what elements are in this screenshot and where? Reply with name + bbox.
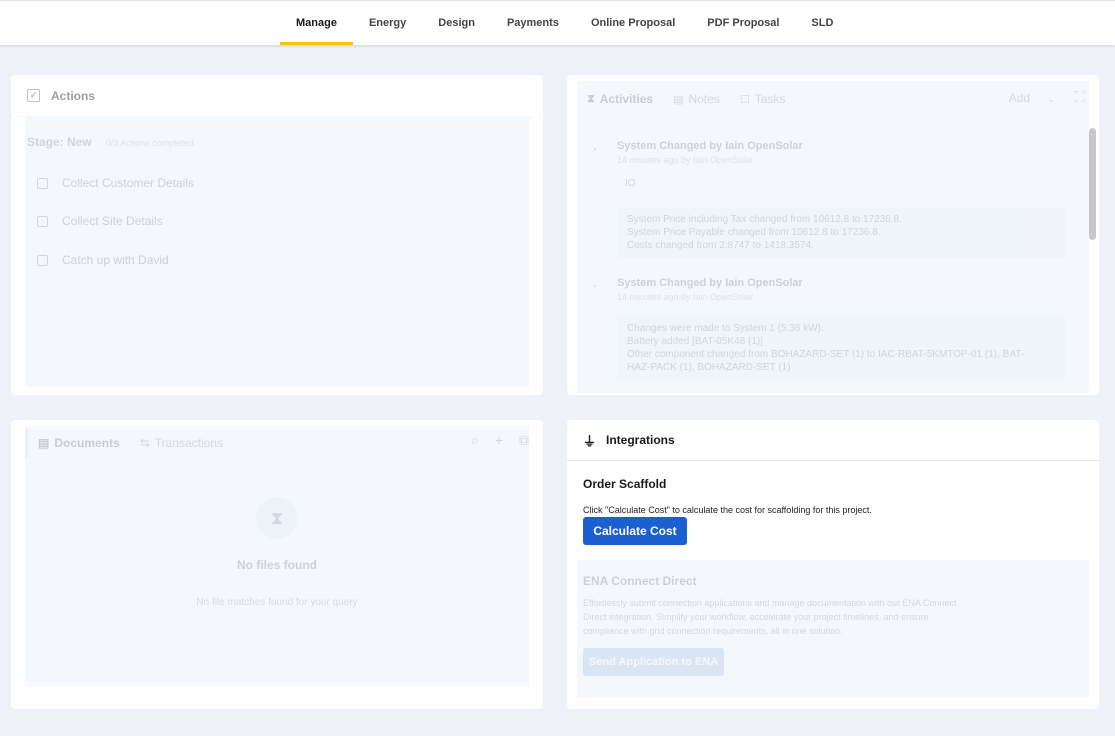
main-tabs: Manage Energy Design Payments Online Pro… <box>280 1 849 45</box>
empty-state-subtitle: No file matches found for your query <box>196 597 358 608</box>
add-icon[interactable]: + <box>495 432 503 449</box>
activity-time: 14 minutes ago by Iain OpenSolar <box>617 292 754 302</box>
action-item[interactable]: Collect Site Details <box>37 214 163 228</box>
tab-activities[interactable]: ⧗ Activities <box>577 82 663 116</box>
loading-overlay <box>25 117 529 387</box>
tab-energy[interactable]: Energy <box>353 1 422 45</box>
top-navigation: Manage Energy Design Payments Online Pro… <box>0 0 1115 45</box>
activity-line: System Price including Tax changed from … <box>627 214 902 225</box>
ena-title: ENA Connect Direct <box>583 574 697 588</box>
activity-feed[interactable]: ◔ System Changed by Iain OpenSolar 14 mi… <box>567 123 1099 395</box>
activity-time: 14 minutes ago by Iain OpenSolar <box>617 155 754 165</box>
action-checkbox[interactable] <box>37 177 48 189</box>
plug-icon: ⏚ <box>583 433 597 449</box>
actions-title: Actions <box>51 88 96 103</box>
activity-line: Costs changed from 2.8747 to 1418.3574. <box>627 240 814 251</box>
open-external-icon[interactable]: ⧉ <box>519 432 529 449</box>
search-icon[interactable]: ⌕ <box>471 432 479 449</box>
tab-notes[interactable]: ▤ Notes <box>663 82 730 116</box>
ena-description: Effortlessly submit connection applicati… <box>583 598 957 636</box>
actions-progress: 0/3 Actions completed <box>105 138 194 148</box>
send-application-button[interactable]: Send Application to ENA <box>583 648 725 676</box>
document-icon: ▤ <box>38 436 50 450</box>
tab-tasks-label: Tasks <box>754 92 786 106</box>
activity-details: Changes were made to System 1 (5.36 kW):… <box>617 316 1065 380</box>
activity-title: System Changed by Iain OpenSolar <box>617 140 803 152</box>
integrations-header: ⏚ Integrations <box>567 420 1099 461</box>
activity-tabs: ⧗ Activities ▤ Notes ☐ Tasks <box>577 82 795 116</box>
activity-line: Changes were made to System 1 (5.36 kW): <box>627 323 824 334</box>
tab-documents-label: Documents <box>54 436 120 450</box>
integrations-card: ⏚ Integrations Order Scaffold Click "Cal… <box>567 420 1099 709</box>
actions-card: ✓ Actions Stage: New 0/3 Actions complet… <box>11 75 543 395</box>
add-label: Add <box>1008 91 1031 105</box>
tab-pdf-proposal[interactable]: PDF Proposal <box>691 1 795 45</box>
activity-note: IO <box>625 178 636 189</box>
transfer-icon: ⇆ <box>139 436 150 450</box>
tab-design[interactable]: Design <box>422 1 491 45</box>
activity-line: HAZ-PACK (1), BOHAZARD-SET (1) <box>627 362 791 373</box>
activity-line: System Price Payable changed from 10612.… <box>627 227 881 238</box>
hourglass-icon: ⧗ <box>587 92 595 105</box>
checklist-icon: ✓ <box>27 89 40 102</box>
actions-content: ✓ Actions Stage: New 0/3 Actions complet… <box>11 75 543 267</box>
tab-documents[interactable]: ▤ Documents <box>28 436 130 450</box>
action-label: Collect Customer Details <box>62 176 195 190</box>
empty-state-title: No files found <box>237 558 317 572</box>
action-item[interactable]: Catch up with David <box>37 253 169 267</box>
tab-payments[interactable]: Payments <box>491 1 575 45</box>
activities-card: ⧗ Activities ▤ Notes ☐ Tasks Add ⌄ ⛶ ◔ S… <box>567 75 1099 395</box>
document-toolbar: ⌕ + ⧉ <box>471 432 529 449</box>
hourglass-icon: ⧗ <box>256 497 298 539</box>
scaffold-title: Order Scaffold <box>583 477 667 491</box>
tab-online-proposal[interactable]: Online Proposal <box>575 1 691 45</box>
document-tabs: ▤ Documents ⇆ Transactions <box>25 428 233 458</box>
action-checkbox[interactable] <box>37 254 48 266</box>
stage-row: Stage: New 0/3 Actions completed <box>27 135 194 149</box>
activity-line: Battery added [BAT-05K48 (1)] <box>627 336 764 347</box>
expand-icon[interactable]: ⛶ <box>1074 89 1085 106</box>
documents-card: ▤ Documents ⇆ Transactions ⌕ + ⧉ ⧗ No fi… <box>11 420 543 709</box>
tab-sld[interactable]: SLD <box>795 1 849 45</box>
action-item[interactable]: Collect Customer Details <box>37 176 194 190</box>
activity-line: Other component changed from BOHAZARD-SE… <box>627 349 1025 360</box>
ena-section: ENA Connect Direct Effortlessly submit c… <box>577 560 1089 698</box>
activity-scrollbar[interactable] <box>1089 128 1096 240</box>
tab-notes-label: Notes <box>688 92 720 106</box>
note-icon: ▤ <box>673 93 684 106</box>
chevron-down-icon: ⌄ <box>1047 94 1055 104</box>
activity-title: System Changed by Iain OpenSolar <box>617 277 803 289</box>
actions-header: ✓ Actions <box>11 75 543 117</box>
action-label: Collect Site Details <box>62 214 163 228</box>
add-dropdown-button[interactable]: Add ⌄ <box>1009 91 1055 105</box>
tab-transactions-label: Transactions <box>154 436 223 450</box>
tab-manage[interactable]: Manage <box>280 1 353 45</box>
stage-label: Stage: New <box>27 135 92 149</box>
scaffold-description: Click "Calculate Cost" to calculate the … <box>583 505 872 515</box>
calculate-cost-button[interactable]: Calculate Cost <box>583 517 687 545</box>
tab-activities-label: Activities <box>599 92 654 106</box>
activity-details: System Price including Tax changed from … <box>617 207 1065 258</box>
history-icon: ◔ <box>591 282 598 293</box>
tab-tasks[interactable]: ☐ Tasks <box>730 82 796 116</box>
task-icon: ☐ <box>739 93 750 106</box>
action-label: Catch up with David <box>62 253 169 267</box>
integrations-title: Integrations <box>606 433 675 447</box>
history-icon: ◔ <box>591 145 598 156</box>
loading-overlay <box>25 426 529 686</box>
tab-transactions[interactable]: ⇆ Transactions <box>130 436 233 450</box>
action-checkbox[interactable] <box>37 215 48 227</box>
